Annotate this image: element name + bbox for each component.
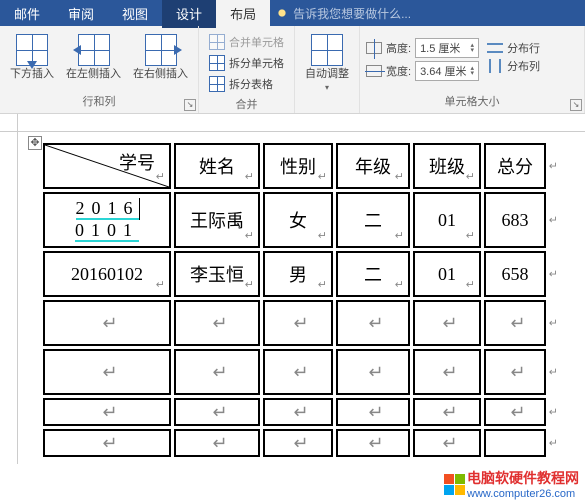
cell-r1-class[interactable]: 01↵ xyxy=(413,192,481,248)
tab-design[interactable]: 设计 xyxy=(162,0,216,28)
header-cell-class[interactable]: 班级↵ xyxy=(413,143,481,189)
cell-r5-c4[interactable]: ↵ xyxy=(413,398,481,426)
insert-right-button[interactable]: 在右侧插入 xyxy=(129,32,192,83)
tab-review[interactable]: 审阅 xyxy=(54,0,108,28)
cell-size-dialog-launcher[interactable]: ↘ xyxy=(570,99,582,111)
split-table-icon xyxy=(209,76,225,92)
cell-r2-id[interactable]: 20160102↵ xyxy=(43,251,171,297)
split-cells-icon xyxy=(209,55,225,71)
group-merge: 合并单元格 拆分单元格 拆分表格 合并 xyxy=(199,26,295,113)
group-autofit: 自动调整▾ xyxy=(295,26,360,113)
ribbon-tabs: 邮件 审阅 视图 设计 布局 告诉我您想要做什么... xyxy=(0,0,585,26)
split-table-button[interactable]: 拆分表格 xyxy=(205,74,288,94)
distribute-rows-icon xyxy=(487,41,503,55)
header-cell-name[interactable]: 姓名↵ xyxy=(174,143,260,189)
cell-r4-c1[interactable]: ↵ xyxy=(174,349,260,395)
width-label: 宽度: xyxy=(386,63,411,79)
cell-r1-total[interactable]: 683↵ xyxy=(484,192,546,248)
insert-below-button[interactable]: 下方插入 xyxy=(6,32,58,83)
height-icon xyxy=(366,42,382,54)
document-area: ✥ 学号 ↵ 姓名↵ 性别↵ 年级↵ 班级↵ 总分↵ 20160101 王际禹↵… xyxy=(0,114,585,464)
merge-cells-button[interactable]: 合并单元格 xyxy=(205,32,288,52)
distribute-cols-button[interactable]: 分布列 xyxy=(487,58,540,74)
watermark: 电脑软硬件教程网 www.computer26.com xyxy=(444,468,579,500)
cell-r6-c5[interactable]: ↵ xyxy=(484,429,546,457)
cell-r5-c2[interactable]: ↵ xyxy=(263,398,333,426)
cell-r1-id[interactable]: 20160101 xyxy=(43,192,171,248)
cell-r3-c1[interactable]: ↵ xyxy=(174,300,260,346)
cell-r2-gender[interactable]: 男↵ xyxy=(263,251,333,297)
distribute-rows-button[interactable]: 分布行 xyxy=(487,40,540,56)
height-label: 高度: xyxy=(386,40,411,56)
cell-r1-grade[interactable]: 二↵ xyxy=(336,192,410,248)
cell-r3-c0[interactable]: ↵ xyxy=(43,300,171,346)
width-input[interactable]: 3.64 厘米 ▴▾ xyxy=(415,61,479,81)
autofit-icon xyxy=(311,34,343,66)
cell-r6-c3[interactable]: ↵ xyxy=(336,429,410,457)
split-cells-button[interactable]: 拆分单元格 xyxy=(205,53,288,73)
cell-r2-grade[interactable]: 二↵ xyxy=(336,251,410,297)
distribute-cols-icon xyxy=(487,59,503,73)
chevron-down-icon: ▾ xyxy=(325,83,329,92)
cell-r4-c5[interactable]: ↵↵ xyxy=(484,349,546,395)
cell-r6-c0[interactable]: ↵ xyxy=(43,429,171,457)
group-label-merge: 合并 xyxy=(205,94,288,114)
height-input[interactable]: 1.5 厘米 ▴▾ xyxy=(415,38,479,58)
tell-me-search[interactable]: 告诉我您想要做什么... xyxy=(276,5,411,22)
tab-layout[interactable]: 布局 xyxy=(216,0,270,28)
width-icon xyxy=(366,65,382,77)
cell-r5-c1[interactable]: ↵ xyxy=(174,398,260,426)
cell-r6-c2[interactable]: ↵ xyxy=(263,429,333,457)
bulb-icon xyxy=(276,7,288,19)
group-cell-size: 高度: 1.5 厘米 ▴▾ 宽度: 3.64 厘米 ▴▾ xyxy=(360,26,585,113)
insert-left-button[interactable]: 在左侧插入 xyxy=(62,32,125,83)
group-label-rows-cols: 行和列 xyxy=(6,91,192,111)
cell-r4-c0[interactable]: ↵ xyxy=(43,349,171,395)
ruler-corner xyxy=(0,114,18,132)
cell-r1-name[interactable]: 王际禹↵ xyxy=(174,192,260,248)
cell-r4-c4[interactable]: ↵ xyxy=(413,349,481,395)
cell-r6-c4[interactable]: ↵ xyxy=(413,429,481,457)
cell-r4-c3[interactable]: ↵ xyxy=(336,349,410,395)
cell-r5-c5[interactable]: ↵↵ xyxy=(484,398,546,426)
header-cell-grade[interactable]: 年级↵ xyxy=(336,143,410,189)
cell-r2-name[interactable]: 李玉恒↵ xyxy=(174,251,260,297)
merge-cells-icon xyxy=(209,34,225,50)
header-cell-id[interactable]: 学号 ↵ xyxy=(43,143,171,189)
header-cell-total[interactable]: 总分↵ xyxy=(484,143,546,189)
cell-r3-c3[interactable]: ↵ xyxy=(336,300,410,346)
vertical-ruler[interactable] xyxy=(0,132,18,464)
cell-r1-gender[interactable]: 女↵ xyxy=(263,192,333,248)
windows-logo-icon xyxy=(444,474,465,495)
cell-r5-c3[interactable]: ↵ xyxy=(336,398,410,426)
tell-me-placeholder: 告诉我您想要做什么... xyxy=(293,5,411,22)
tab-view[interactable]: 视图 xyxy=(108,0,162,28)
cell-r2-total[interactable]: 658↵ xyxy=(484,251,546,297)
cell-r5-c0[interactable]: ↵ xyxy=(43,398,171,426)
cell-r6-c1[interactable]: ↵ xyxy=(174,429,260,457)
cell-r3-c2[interactable]: ↵ xyxy=(263,300,333,346)
horizontal-ruler[interactable] xyxy=(18,114,585,132)
rows-cols-dialog-launcher[interactable]: ↘ xyxy=(184,99,196,111)
cell-r4-c2[interactable]: ↵ xyxy=(263,349,333,395)
cell-r3-c4[interactable]: ↵ xyxy=(413,300,481,346)
table-move-handle[interactable]: ✥ xyxy=(28,136,42,150)
header-cell-gender[interactable]: 性别↵ xyxy=(263,143,333,189)
document-table[interactable]: 学号 ↵ 姓名↵ 性别↵ 年级↵ 班级↵ 总分↵ 20160101 王际禹↵ 女… xyxy=(40,140,549,460)
width-spinner[interactable]: ▴▾ xyxy=(471,66,475,76)
cell-r3-c5[interactable]: ↵↵ xyxy=(484,300,546,346)
tab-mail[interactable]: 邮件 xyxy=(0,0,54,28)
group-rows-cols: 下方插入 在左侧插入 在右侧插入 行和列 ↘ xyxy=(0,26,199,113)
height-spinner[interactable]: ▴▾ xyxy=(471,43,475,53)
cell-r2-class[interactable]: 01↵ xyxy=(413,251,481,297)
group-label-cell-size: 单元格大小 xyxy=(366,91,578,111)
ribbon: 下方插入 在左侧插入 在右侧插入 行和列 ↘ 合并单元格 xyxy=(0,26,585,114)
autofit-button[interactable]: 自动调整▾ xyxy=(301,32,353,96)
